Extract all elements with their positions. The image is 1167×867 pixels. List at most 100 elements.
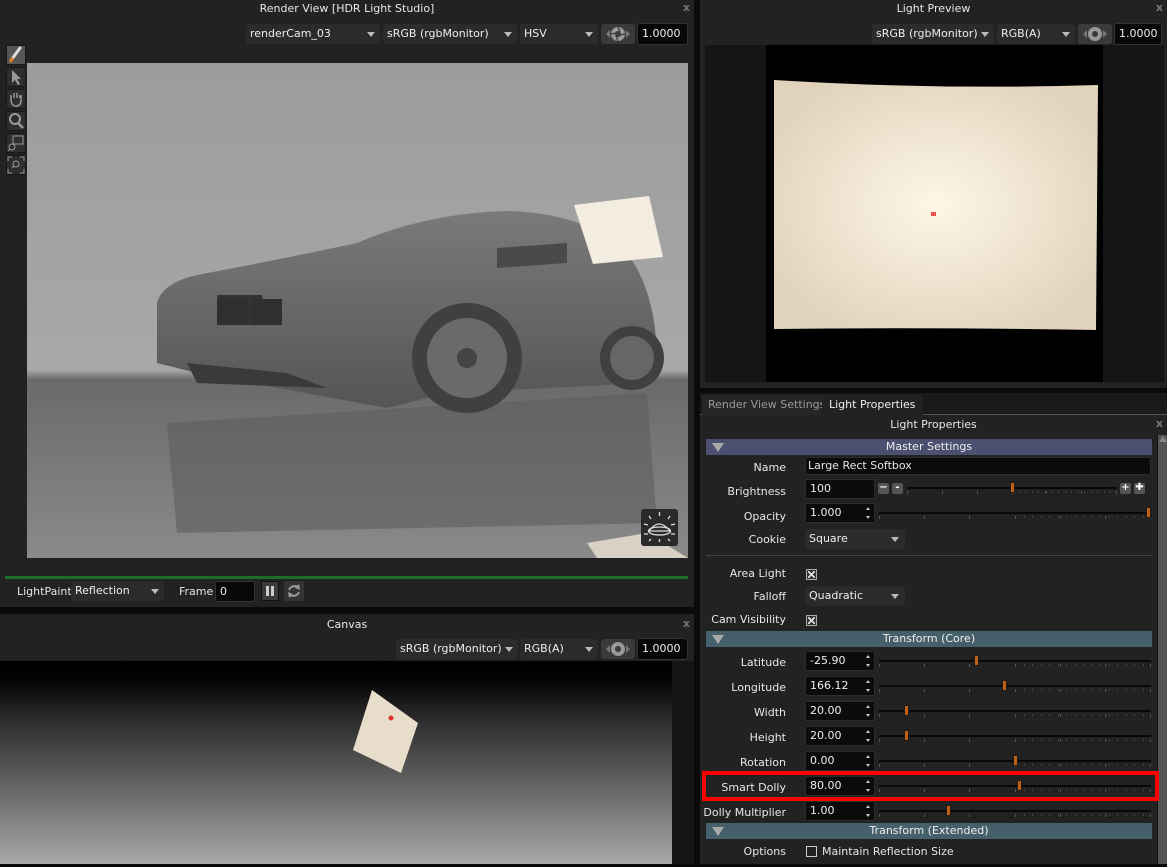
tab-render-view-settings[interactable]: Render View Settings xyxy=(702,395,832,415)
light-toggle-button[interactable] xyxy=(641,509,678,546)
dolly-multiplier-slider[interactable] xyxy=(879,803,1151,819)
slider-minor-tick xyxy=(1058,516,1059,518)
sun-dome-icon xyxy=(643,512,676,542)
latitude-input[interactable]: -25.90 xyxy=(805,651,875,671)
scroll-up-icon[interactable] xyxy=(1159,436,1167,442)
preview-aperture-button[interactable] xyxy=(1078,24,1112,44)
frame-input[interactable]: 0 xyxy=(215,581,255,602)
slider-tick xyxy=(924,739,925,742)
tool-zoom[interactable] xyxy=(6,111,26,131)
slider-minor-tick xyxy=(1066,664,1067,666)
tool-zoom-region[interactable] xyxy=(6,133,26,153)
spinner-icon[interactable] xyxy=(864,704,872,718)
canvas-colorspace-select[interactable]: sRGB (rgbMonitor) xyxy=(396,639,518,659)
rotation-input[interactable]: 0.00 xyxy=(805,751,875,771)
slider-minor-tick xyxy=(1083,739,1084,741)
exposure-aperture-button[interactable] xyxy=(601,24,635,44)
cookie-select[interactable]: Square xyxy=(805,529,905,549)
width-input[interactable]: 20.00 xyxy=(805,701,875,721)
preview-image xyxy=(766,45,1103,382)
spinner-icon[interactable] xyxy=(864,754,872,768)
slider-handle[interactable] xyxy=(1146,507,1151,518)
slider-handle[interactable] xyxy=(974,655,979,666)
cam-visibility-checkbox[interactable] xyxy=(806,615,817,626)
channel-select[interactable]: HSV xyxy=(520,24,598,44)
section-master-settings[interactable]: Master Settings xyxy=(706,439,1152,455)
lightpaint-mode-select[interactable]: Reflection xyxy=(71,581,164,601)
longitude-slider[interactable] xyxy=(879,678,1151,694)
section-transform-core[interactable]: Transform (Core) xyxy=(706,631,1152,647)
tool-pointer[interactable] xyxy=(6,67,26,87)
preview-channel-select[interactable]: RGB(A) xyxy=(997,24,1075,44)
area-light-checkbox[interactable] xyxy=(806,569,817,580)
latitude-slider[interactable] xyxy=(879,653,1151,669)
height-input[interactable]: 20.00 xyxy=(805,726,875,746)
opacity-slider[interactable] xyxy=(879,505,1151,521)
longitude-input[interactable]: 166.12 xyxy=(805,676,875,696)
chevron-down-icon xyxy=(585,32,593,37)
section-transform-extended[interactable]: Transform (Extended) xyxy=(706,823,1152,839)
dolly-multiplier-value: 1.00 xyxy=(810,804,835,817)
brightness-increase-button[interactable]: + xyxy=(1120,483,1131,494)
light-preview-close-button[interactable]: x xyxy=(1156,0,1163,16)
canvas-aperture-button[interactable] xyxy=(601,639,635,659)
render-view-close-button[interactable]: x xyxy=(683,0,690,16)
width-slider[interactable] xyxy=(879,703,1151,719)
slider-minor-tick xyxy=(1109,664,1110,666)
rotation-slider[interactable] xyxy=(879,753,1151,769)
spinner-icon[interactable] xyxy=(864,804,872,818)
brightness-increase-large-button[interactable]: ✚ xyxy=(1134,483,1145,494)
slider-minor-tick xyxy=(1117,664,1118,666)
latitude-label: Latitude xyxy=(740,656,786,669)
slider-handle[interactable] xyxy=(904,730,909,741)
brightness-decrease-large-button[interactable]: − xyxy=(878,483,889,494)
brightness-input[interactable]: 100 xyxy=(805,479,875,499)
longitude-label: Longitude xyxy=(731,681,786,694)
spinner-icon[interactable] xyxy=(864,506,872,520)
slider-minor-tick xyxy=(1041,739,1042,741)
canvas-exposure-input[interactable]: 1.0000 xyxy=(637,638,688,660)
preview-exposure-input[interactable]: 1.0000 xyxy=(1114,23,1162,45)
pause-button[interactable] xyxy=(261,581,279,601)
colorspace-select[interactable]: sRGB (rgbMonitor) xyxy=(383,24,517,44)
aperture-icon xyxy=(1083,27,1107,41)
slider-minor-tick xyxy=(1066,814,1067,816)
brightness-decrease-button[interactable]: - xyxy=(892,483,903,494)
refresh-button[interactable] xyxy=(284,581,304,601)
render-viewport[interactable] xyxy=(27,63,688,558)
slider-handle[interactable] xyxy=(1002,680,1007,691)
spinner-icon[interactable] xyxy=(864,654,872,668)
camera-select[interactable]: renderCam_03 xyxy=(246,24,380,44)
height-slider[interactable] xyxy=(879,728,1151,744)
maintain-reflection-checkbox[interactable] xyxy=(806,846,817,857)
zoom-fit-icon xyxy=(7,156,25,174)
brightness-slider[interactable] xyxy=(907,480,1117,496)
canvas-viewport[interactable] xyxy=(0,661,672,864)
canvas-close-button[interactable]: x xyxy=(683,616,690,632)
slider-handle[interactable] xyxy=(904,705,909,716)
render-view-title: Render View [HDR Light Studio] xyxy=(259,2,435,15)
tool-zoom-fit[interactable] xyxy=(6,155,26,175)
tool-hand[interactable] xyxy=(6,89,26,109)
tab-light-properties[interactable]: Light Properties xyxy=(822,395,923,416)
tool-brush[interactable] xyxy=(6,45,26,65)
collapse-triangle-icon xyxy=(712,635,724,644)
dolly-multiplier-label: Dolly Multiplier xyxy=(703,806,786,819)
preview-colorspace-select[interactable]: sRGB (rgbMonitor) xyxy=(872,24,994,44)
slider-minor-tick xyxy=(1100,739,1101,741)
falloff-select[interactable]: Quadratic xyxy=(805,586,905,606)
slider-handle[interactable] xyxy=(1013,755,1018,766)
exposure-input[interactable]: 1.0000 xyxy=(637,23,688,45)
slider-handle[interactable] xyxy=(946,805,951,816)
canvas-scrollbar[interactable] xyxy=(672,661,694,864)
dolly-multiplier-input[interactable]: 1.00 xyxy=(805,801,875,821)
properties-panel: Render View Settings Light Properties Li… xyxy=(700,393,1167,864)
spinner-icon[interactable] xyxy=(864,679,872,693)
spinner-icon[interactable] xyxy=(864,729,872,743)
opacity-input[interactable]: 1.000 xyxy=(805,503,875,523)
slider-minor-tick xyxy=(1143,714,1144,716)
canvas-channel-select[interactable]: RGB(A) xyxy=(520,639,598,659)
name-input[interactable]: Large Rect Softbox xyxy=(805,457,1151,475)
slider-handle[interactable] xyxy=(1010,482,1015,493)
light-properties-close-button[interactable]: x xyxy=(1156,416,1163,432)
